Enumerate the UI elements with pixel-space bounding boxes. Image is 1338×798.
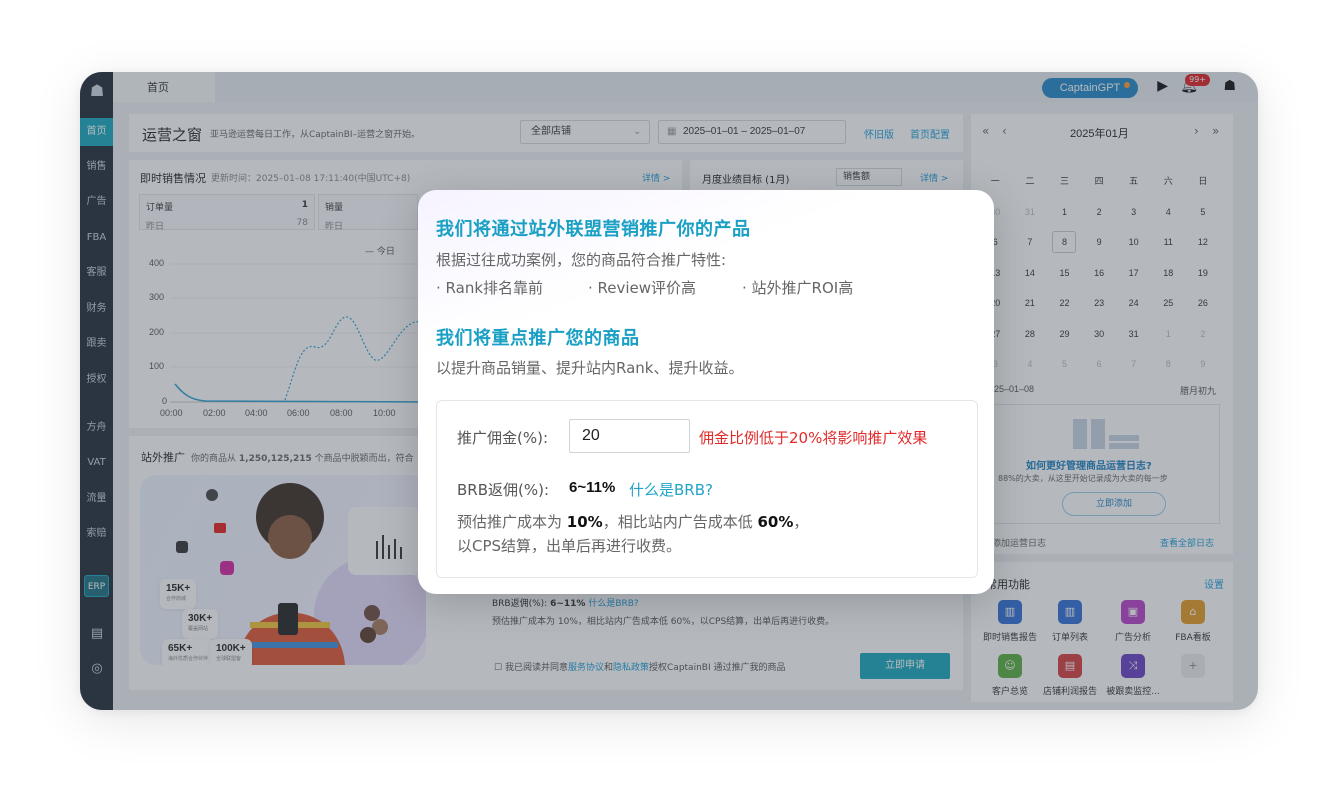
modal-bullet-review: · Review评价高 <box>588 279 697 297</box>
est-mid: ，相比站内广告成本低 <box>602 513 758 531</box>
est-prefix: 预估推广成本为 <box>457 513 567 531</box>
cost-estimate-line-1: 预估推广成本为 10%，相比站内广告成本低 60%， <box>457 511 808 532</box>
commission-warning: 佣金比例低于20%将影响推广效果 <box>699 429 928 447</box>
what-is-brb-link[interactable]: 什么是BRB? <box>629 479 713 500</box>
modal-heading-1: 我们将通过站外联盟营销推广你的产品 <box>436 219 751 240</box>
brb-label: BRB返佣(%): <box>457 481 550 499</box>
est-pct: 10% <box>566 513 603 531</box>
commission-input[interactable] <box>569 419 690 453</box>
commission-form: 推广佣金(%): 佣金比例低于20%将影响推广效果 BRB返佣(%): 6~11… <box>436 400 978 578</box>
brb-value: 6~11% <box>569 479 616 496</box>
cost-estimate-line-2: 以CPS结算，出单后再进行收费。 <box>457 537 682 555</box>
promo-modal: 我们将通过站外联盟营销推广你的产品 根据过往成功案例，您的商品符合推广特性: ·… <box>418 190 994 594</box>
modal-para-2: 以提升商品销量、提升站内Rank、提升收益。 <box>436 359 744 377</box>
modal-bullet-roi: · 站外推广ROI高 <box>742 279 854 297</box>
modal-heading-2: 我们将重点推广您的商品 <box>436 328 640 349</box>
commission-label: 推广佣金(%): <box>457 429 549 447</box>
est-suffix: ， <box>793 513 809 531</box>
est-pct-2: 60% <box>757 513 794 531</box>
modal-bullet-rank: · Rank排名靠前 <box>436 279 544 297</box>
modal-para-1: 根据过往成功案例，您的商品符合推广特性: <box>436 251 727 269</box>
